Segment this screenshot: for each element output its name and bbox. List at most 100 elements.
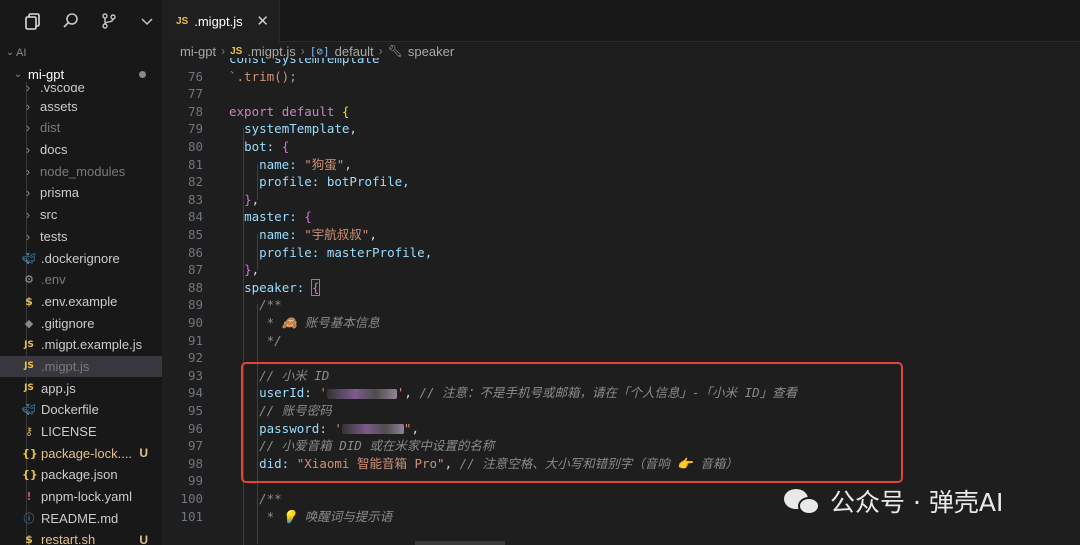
tree-file[interactable]: ! pnpm-lock.yaml xyxy=(0,486,162,508)
line-number: 82 xyxy=(187,174,203,190)
tree-item-label: prisma xyxy=(40,185,80,201)
line-number: 87 xyxy=(187,262,203,278)
tree-item-label: .env xyxy=(41,272,66,288)
info-icon: ⓘ xyxy=(23,512,35,526)
tree-folder[interactable]: › tests xyxy=(0,226,162,248)
tree-item-label: .dockerignore xyxy=(41,250,120,266)
root-folder-label: mi-gpt xyxy=(28,67,65,83)
line-number: 96 xyxy=(187,420,203,436)
tab-migpt-js[interactable]: JS .migpt.js ✕ xyxy=(162,0,280,42)
line-number: 95 xyxy=(187,403,203,418)
git-status-badge: U xyxy=(139,532,148,545)
breadcrumb-member[interactable]: speaker xyxy=(408,44,454,59)
code-line: 84 master: { xyxy=(162,208,1080,226)
tree-file[interactable]: 🐳︎ .dockerignore xyxy=(0,247,162,269)
breadcrumb-file[interactable]: .migpt.js xyxy=(247,44,295,59)
search-icon[interactable] xyxy=(60,10,82,32)
code-line: 79 systemTemplate, xyxy=(162,120,1080,138)
code-token: name: xyxy=(259,227,297,242)
code-comment: /** xyxy=(259,297,282,313)
code-line: 90 * 🙈 账号基本信息 xyxy=(162,314,1080,332)
code-comment: * 🙈 账号基本信息 xyxy=(266,315,380,330)
tree-file[interactable]: $ restart.sh U xyxy=(0,529,162,545)
tree-file[interactable]: JS .migpt.js xyxy=(0,355,162,378)
tree-item-label: .migpt.example.js xyxy=(41,337,143,353)
line-number: 85 xyxy=(187,227,203,242)
tree-folder[interactable]: › node_modules xyxy=(0,160,162,182)
line-number: 98 xyxy=(187,455,203,471)
tree-file[interactable]: ◆ .gitignore xyxy=(0,312,162,334)
tree-file[interactable]: JS .migpt.example.js xyxy=(0,334,162,356)
code-token: default xyxy=(281,103,335,119)
modified-dot-icon xyxy=(139,71,146,79)
chevron-right-icon: › xyxy=(25,207,31,223)
chevron-down-icon[interactable] xyxy=(136,10,158,32)
code-line: 82 profile: botProfile, xyxy=(162,173,1080,191)
chevron-right-icon: › xyxy=(25,85,31,96)
chevron-right-icon: › xyxy=(300,44,305,58)
horizontal-scrollbar[interactable] xyxy=(415,541,505,545)
code-line: 78 export default { xyxy=(162,103,1080,121)
tree-folder[interactable]: › assets xyxy=(0,95,162,117)
tree-file[interactable]: {} package.json xyxy=(0,464,162,486)
tree-file[interactable]: 🐳︎ Dockerfile xyxy=(0,399,162,421)
line-number: 91 xyxy=(187,332,203,348)
tree-file[interactable]: JS app.js xyxy=(0,377,162,399)
code-token: name: xyxy=(259,156,297,172)
explorer-icon[interactable] xyxy=(22,10,44,32)
tree-item-label: package.json xyxy=(41,467,118,483)
tree-folder[interactable]: › src xyxy=(0,204,162,226)
tree-folder[interactable]: › .vscode xyxy=(0,85,162,95)
code-token: const systemTemplate xyxy=(229,58,380,66)
tree-folder[interactable]: › docs xyxy=(0,139,162,161)
explorer-section-header[interactable]: ⌄ AI xyxy=(0,42,162,64)
breadcrumb-folder[interactable]: mi-gpt xyxy=(180,44,216,59)
chevron-right-icon: › xyxy=(25,120,31,136)
docker-icon: 🐳︎ xyxy=(22,403,36,417)
line-number: 94 xyxy=(187,385,203,401)
chevron-right-icon: › xyxy=(25,98,31,114)
line-number: 90 xyxy=(187,315,203,330)
git-status-badge: U xyxy=(139,446,148,461)
tree-file[interactable]: ⚷ LICENSE xyxy=(0,421,162,443)
tree-item-label: src xyxy=(40,207,58,223)
tree-item-label: pnpm-lock.yaml xyxy=(41,489,133,505)
tab-title: .migpt.js xyxy=(194,13,243,29)
close-icon[interactable]: ✕ xyxy=(256,12,269,30)
tree-item-label: app.js xyxy=(41,380,76,396)
tree-file[interactable]: ⚙ .env xyxy=(0,269,162,291)
line-number: 78 xyxy=(187,103,203,119)
tree-file[interactable]: {} package-lock.... U xyxy=(0,442,162,464)
diamond-icon: ◆ xyxy=(24,316,34,330)
wechat-logo-icon xyxy=(784,485,822,517)
shell-file-icon: $ xyxy=(25,294,33,308)
tree-file[interactable]: $ .env.example xyxy=(0,291,162,313)
chevron-right-icon: › xyxy=(378,44,383,58)
chevron-right-icon: › xyxy=(25,163,31,179)
javascript-file-icon: JS xyxy=(24,361,34,372)
tree-item-label: package-lock.... xyxy=(41,445,133,461)
chevron-right-icon: › xyxy=(25,228,31,244)
javascript-file-icon: JS xyxy=(230,45,243,57)
breadcrumb-symbol[interactable]: default xyxy=(335,44,374,59)
code-token: master: xyxy=(244,209,297,225)
tree-item-label: .env.example xyxy=(41,293,118,309)
code-token: `.trim(); xyxy=(229,68,297,84)
code-token: bot: xyxy=(244,139,275,154)
json-file-icon: {} xyxy=(22,446,38,460)
gear-icon: ⚙ xyxy=(24,273,34,287)
line-number: 100 xyxy=(180,491,203,506)
code-token: speaker: xyxy=(244,279,305,295)
variable-symbol-icon: [⊘] xyxy=(309,44,330,58)
source-control-icon[interactable] xyxy=(98,10,120,32)
code-line: 91 */ xyxy=(162,332,1080,350)
activity-bar xyxy=(0,0,162,42)
root-folder[interactable]: ⌄ mi-gpt xyxy=(0,64,162,86)
file-explorer: ⌄ AI ⌄ mi-gpt › .vscode › assets › dist › docs ›… xyxy=(0,42,162,545)
tree-folder[interactable]: › dist xyxy=(0,117,162,139)
tree-folder[interactable]: › prisma xyxy=(0,182,162,204)
line-number: 86 xyxy=(187,244,203,260)
code-line: const systemTemplate xyxy=(162,58,1080,68)
code-comment: * 💡 唤醒词与提示语 xyxy=(266,508,393,524)
tree-file[interactable]: ⓘ README.md xyxy=(0,507,162,529)
